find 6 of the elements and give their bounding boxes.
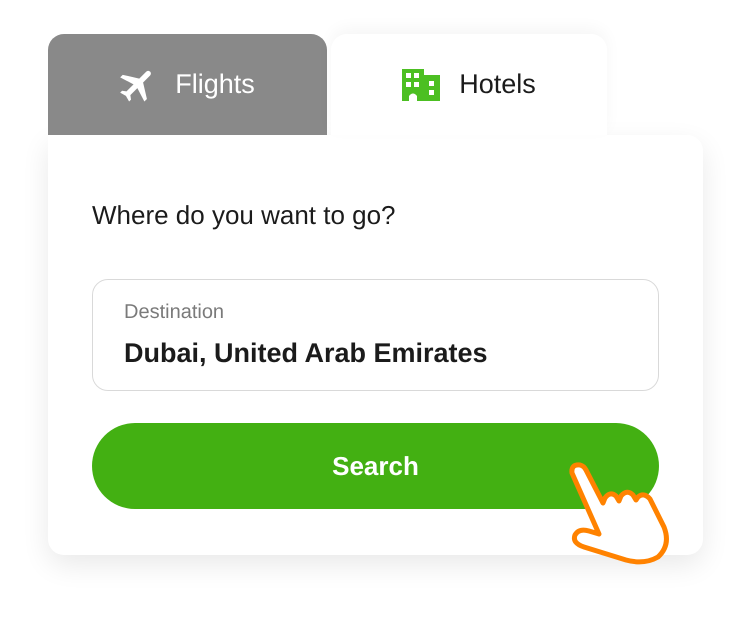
field-label: Destination [124,300,224,324]
destination-field[interactable]: Destination Dubai, United Arab Emirates [92,279,659,391]
tab[interactable]: Flights [48,34,327,135]
tab[interactable]: Hotels [331,34,607,135]
building-icon [402,68,440,100]
question-heading: Where do you want to go? [92,199,396,231]
